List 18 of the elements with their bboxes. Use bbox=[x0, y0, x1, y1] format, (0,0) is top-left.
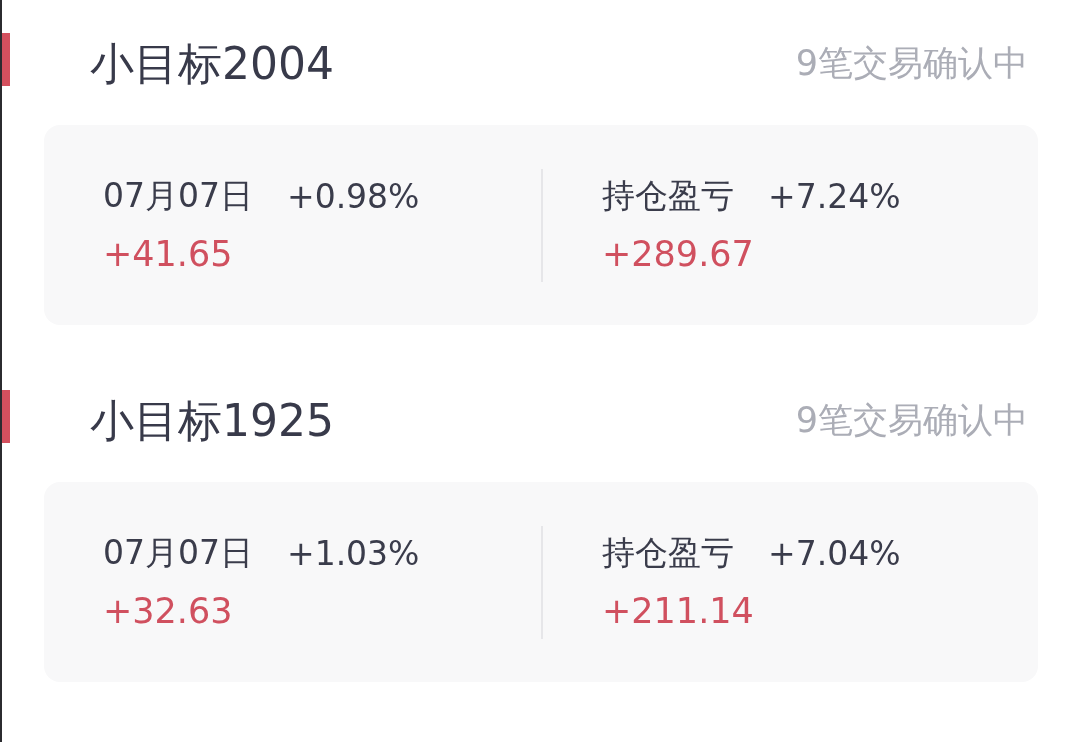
profit-amount: +211.14 bbox=[602, 589, 754, 633]
holding-label: 持仓盈亏 bbox=[602, 532, 734, 574]
profit-amount: +41.65 bbox=[103, 232, 233, 276]
profit-amount: +32.63 bbox=[103, 589, 233, 633]
percent-change: +7.24% bbox=[768, 177, 901, 216]
accent-bar bbox=[2, 390, 10, 443]
percent-change: +7.04% bbox=[768, 534, 901, 573]
accent-bar bbox=[2, 33, 10, 86]
percent-change: +0.98% bbox=[287, 177, 420, 216]
holding-label: 持仓盈亏 bbox=[602, 175, 734, 217]
pending-status: 9笔交易确认中 bbox=[795, 42, 1028, 81]
goal-title: 小目标1925 bbox=[90, 393, 334, 443]
date-label: 07月07日 bbox=[103, 532, 253, 574]
date-label: 07月07日 bbox=[103, 175, 253, 217]
pending-status: 9笔交易确认中 bbox=[795, 399, 1028, 438]
percent-change: +1.03% bbox=[287, 534, 420, 573]
goal-title: 小目标2004 bbox=[90, 36, 334, 86]
profit-amount: +289.67 bbox=[602, 232, 754, 276]
